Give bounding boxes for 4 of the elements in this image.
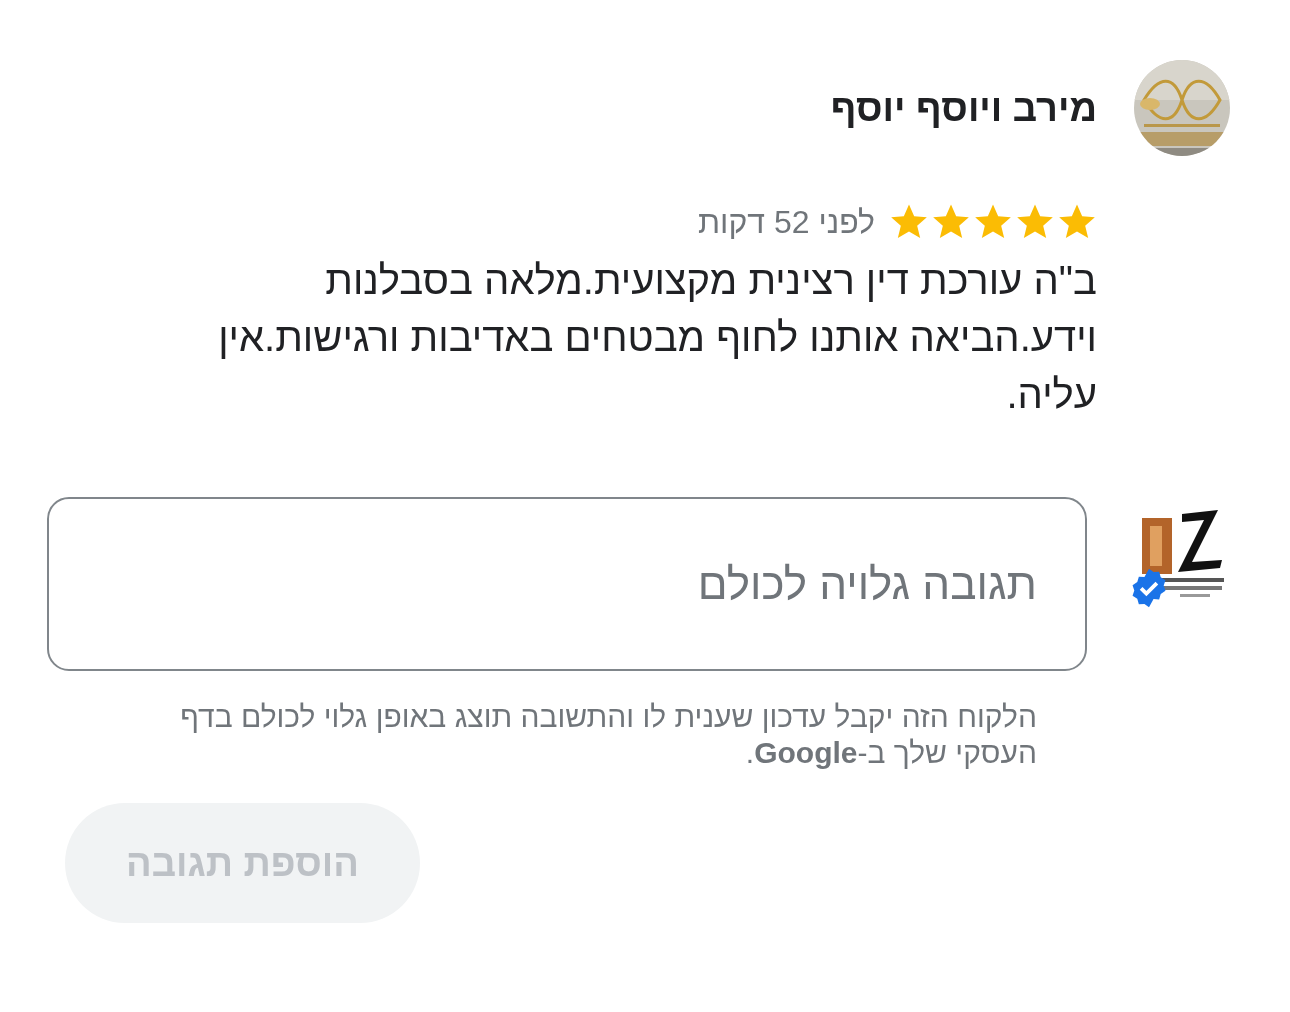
review-text: ב"ה עורכת דין רצינית מקצועית.מלאה בסבלנות וידע.הביאה אותנו לחוף מבטחים באדיבות ורגישות.אין עליה. (217, 257, 1097, 418)
review-time: לפני 52 דקות (698, 203, 875, 241)
reply-field[interactable]: תגובה גלויה לכולם (47, 497, 1087, 671)
reviewer-name: מירב ויוסף יוסף (829, 86, 1097, 130)
